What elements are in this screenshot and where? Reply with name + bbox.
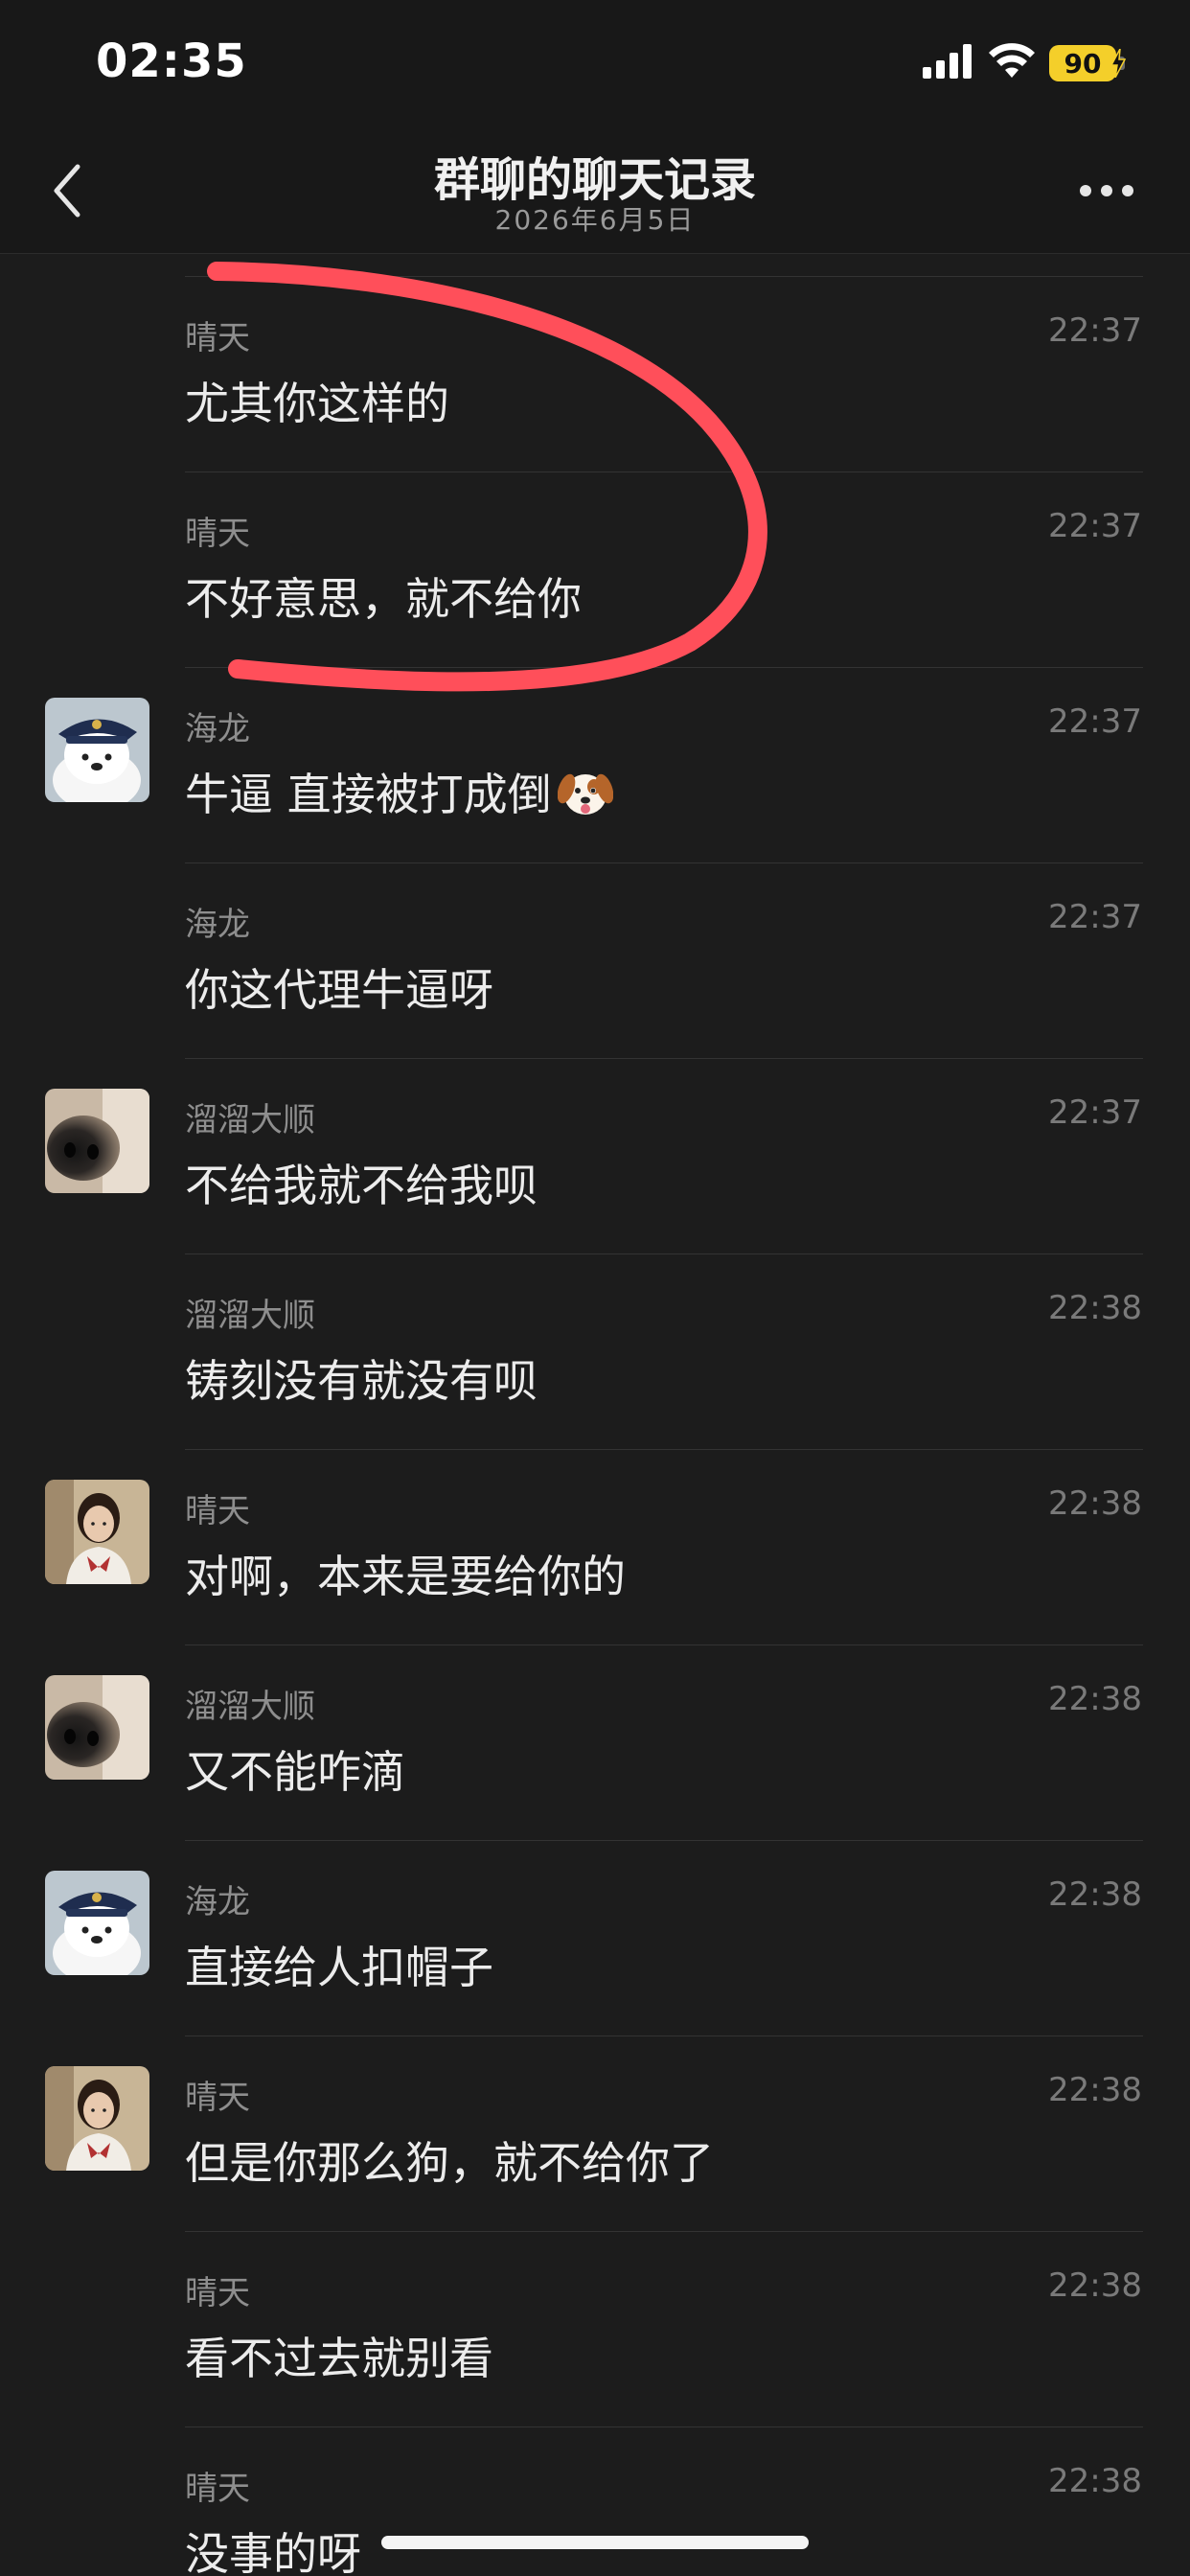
- message-time: 22:37: [1048, 702, 1142, 741]
- message-time: 22:38: [1048, 2071, 1142, 2109]
- more-dots-icon: [1080, 185, 1133, 196]
- girl-photo-avatar[interactable]: [45, 1480, 149, 1584]
- message-time: 22:37: [1048, 898, 1142, 936]
- message-time: 22:37: [1048, 311, 1142, 350]
- message-text: 看不过去就别看: [185, 2333, 493, 2384]
- sender-name: 溜溜大顺: [185, 1297, 315, 1335]
- message-row[interactable]: 晴天 22:37 不好意思，就不给你: [0, 472, 1190, 668]
- status-bar: 02:35 90: [0, 0, 1190, 128]
- wifi-icon: [988, 43, 1036, 83]
- message-row[interactable]: 晴天 22:38 对啊，本来是要给你的: [0, 1450, 1190, 1645]
- polar-bear-avatar[interactable]: [45, 1871, 149, 1975]
- message-time: 22:38: [1048, 1680, 1142, 1718]
- girl-photo-avatar[interactable]: [45, 2066, 149, 2171]
- sender-name: 晴天: [185, 2274, 250, 2312]
- message-text: 牛逼 直接被打成倒: [185, 760, 613, 830]
- message-text: 不给我就不给我呗: [185, 1160, 538, 1211]
- message-text: 不好意思，就不给你: [185, 573, 582, 625]
- battery-level: 90: [1064, 47, 1102, 80]
- message-text-content: 牛逼 直接被打成倒: [185, 769, 552, 820]
- nav-bar: 群聊的聊天记录 2026年6月5日: [0, 128, 1190, 254]
- message-time: 22:37: [1048, 1093, 1142, 1132]
- message-row[interactable]: 溜溜大顺 22:37 不给我就不给我呗: [0, 1059, 1190, 1254]
- message-time: 22:38: [1048, 1289, 1142, 1327]
- message-time: 22:38: [1048, 2266, 1142, 2305]
- message-text: 你这代理牛逼呀: [185, 964, 493, 1016]
- chat-history-list[interactable]: 晴天 22:37 尤其你这样的 晴天 22:37 不好意思，就不给你 海龙 22…: [0, 253, 1190, 2576]
- status-time: 02:35: [96, 34, 247, 88]
- sender-name: 溜溜大顺: [185, 1688, 315, 1726]
- battery-charging-icon: 90: [1049, 45, 1126, 81]
- message-text: 但是你那么狗，就不给你了: [185, 2137, 714, 2189]
- sender-name: 晴天: [185, 1492, 250, 1530]
- dog-face-emoji-icon: [557, 766, 613, 830]
- message-time: 22:38: [1048, 1484, 1142, 1523]
- message-row[interactable]: 海龙 22:37 你这代理牛逼呀: [0, 863, 1190, 1059]
- battery-indicator: 90: [1049, 45, 1126, 81]
- message-row[interactable]: 海龙 22:38 直接给人扣帽子: [0, 1841, 1190, 2036]
- more-button[interactable]: [1073, 167, 1140, 215]
- message-time: 22:37: [1048, 507, 1142, 545]
- message-text: 又不能咋滴: [185, 1746, 405, 1798]
- sender-name: 晴天: [185, 319, 250, 357]
- message-row[interactable]: 晴天 22:37 尤其你这样的: [0, 277, 1190, 472]
- message-text: 铸刻没有就没有呗: [185, 1355, 538, 1407]
- cellular-signal-icon: [923, 44, 974, 82]
- page-subtitle-date: 2026年6月5日: [494, 204, 696, 236]
- sender-name: 晴天: [185, 515, 250, 553]
- message-row[interactable]: 晴天 22:38 看不过去就别看: [0, 2232, 1190, 2427]
- sender-name: 溜溜大顺: [185, 1101, 315, 1139]
- message-row[interactable]: 晴天 22:38 没事的呀: [0, 2427, 1190, 2576]
- message-row[interactable]: 溜溜大顺 22:38 又不能咋滴: [0, 1645, 1190, 1841]
- sender-name: 晴天: [185, 2079, 250, 2117]
- message-time: 22:38: [1048, 1875, 1142, 1914]
- sender-name: 海龙: [185, 906, 250, 944]
- home-indicator[interactable]: [381, 2536, 809, 2549]
- sender-name: 晴天: [185, 2470, 250, 2508]
- dog-nose-avatar[interactable]: [45, 1089, 149, 1193]
- message-text: 对啊，本来是要给你的: [185, 1551, 626, 1602]
- message-row[interactable]: 溜溜大顺 22:38 铸刻没有就没有呗: [0, 1254, 1190, 1450]
- message-row[interactable]: 海龙 22:37 牛逼 直接被打成倒: [0, 668, 1190, 863]
- message-row[interactable]: 晴天 22:38 但是你那么狗，就不给你了: [0, 2036, 1190, 2232]
- sender-name: 海龙: [185, 1883, 250, 1921]
- dog-nose-avatar[interactable]: [45, 1675, 149, 1780]
- sender-name: 海龙: [185, 710, 250, 748]
- message-time: 22:38: [1048, 2462, 1142, 2500]
- polar-bear-avatar[interactable]: [45, 698, 149, 802]
- message-text: 直接给人扣帽子: [185, 1942, 493, 1993]
- message-text: 尤其你这样的: [185, 378, 449, 429]
- message-text: 没事的呀: [185, 2528, 361, 2576]
- status-icons: 90: [923, 42, 1126, 84]
